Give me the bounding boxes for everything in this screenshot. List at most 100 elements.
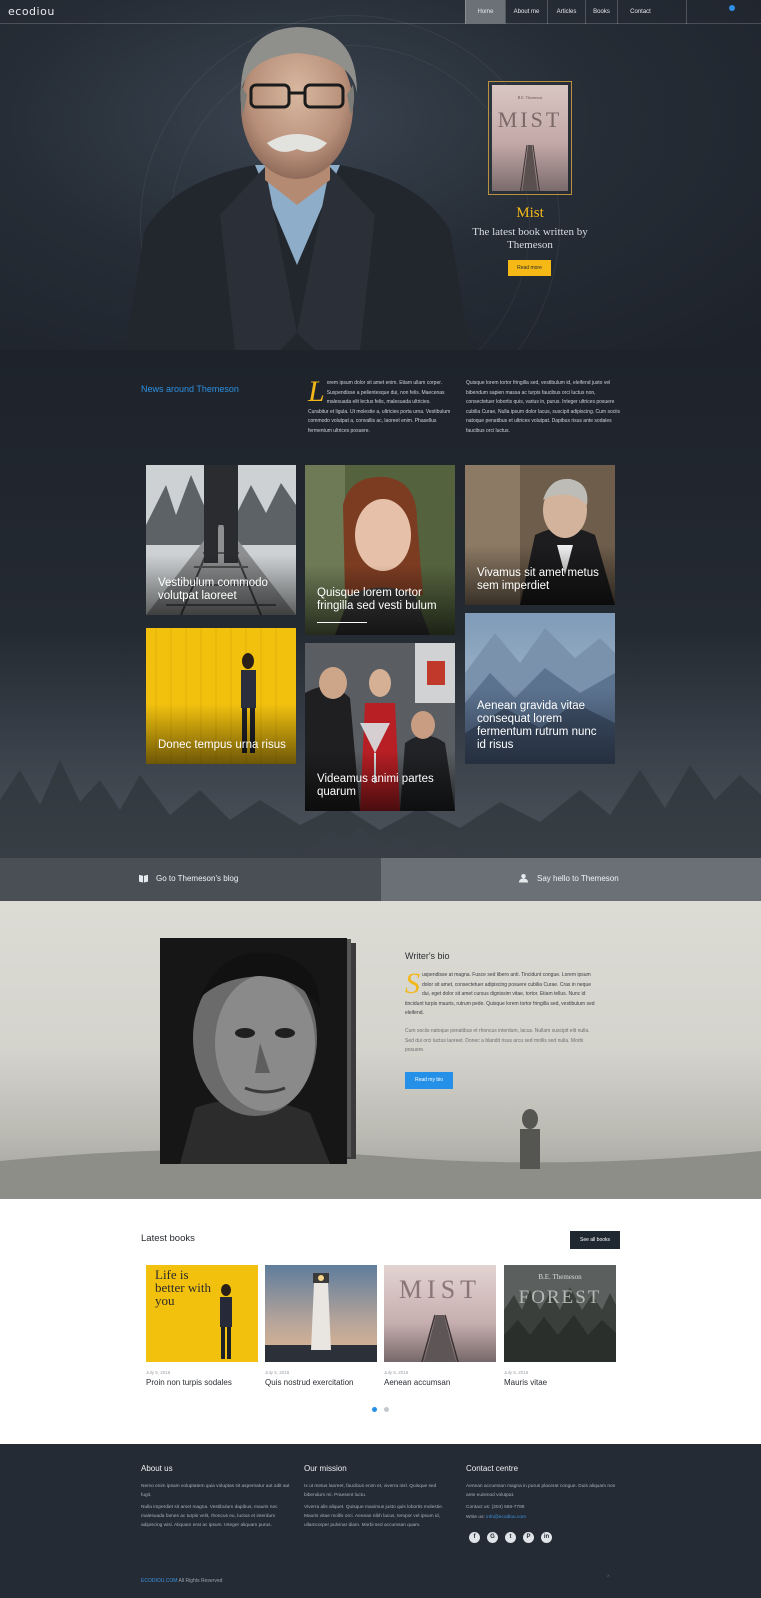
- book-title[interactable]: Quis nostrud exercitation: [265, 1378, 377, 1387]
- book-date: July 5, 2016: [504, 1370, 529, 1375]
- back-to-top-icon[interactable]: ^: [607, 1575, 610, 1581]
- google-plus-icon[interactable]: G: [487, 1532, 498, 1543]
- tile-caption: Vestibulum commodo volutpat laoreet: [158, 577, 268, 602]
- book-icon: [139, 874, 148, 883]
- author-portrait: [125, 27, 470, 350]
- news-tile[interactable]: Quisque lorem tortor fringilla sed vesti…: [305, 465, 455, 635]
- say-hello-label: Say hello to Themeson: [537, 874, 619, 883]
- book-card[interactable]: July 5, 2016 Quis nostrud exercitation: [265, 1265, 377, 1387]
- nav-item-home[interactable]: Home: [465, 0, 505, 24]
- carousel-dot[interactable]: [384, 1407, 389, 1412]
- footer-mission-text: Viverra alis aliquet. Quisque maximus ju…: [304, 1505, 444, 1528]
- book-cover-art: B.E. Themeson MIST: [492, 85, 568, 191]
- book-card[interactable]: MIST July 5, 2016 Aenean accumsan: [384, 1265, 496, 1387]
- book-cover: B.E. Themeson FOREST: [504, 1265, 616, 1362]
- see-all-books-button[interactable]: See all books: [570, 1231, 620, 1249]
- book-date: July 5, 2016: [384, 1370, 409, 1375]
- dropcap-letter: S: [405, 967, 420, 1000]
- copyright-brand[interactable]: ECODIOU.COM: [141, 1578, 177, 1584]
- nav-item-books[interactable]: Books: [585, 0, 617, 24]
- book-card[interactable]: B.E. Themeson FOREST July 5, 2016 Mauris…: [504, 1265, 616, 1387]
- book-cover-text: FOREST: [518, 1287, 602, 1308]
- book-title[interactable]: Proin non turpis sodales: [146, 1378, 258, 1387]
- hero-section: B.E. Themeson MIST Mist The latest book …: [0, 0, 761, 350]
- book-cover-title: MIST: [497, 107, 563, 132]
- social-links: f G t P in: [469, 1532, 552, 1543]
- footer-mission-title: Our mission: [304, 1464, 347, 1473]
- read-bio-button[interactable]: Read my bio: [405, 1072, 453, 1089]
- footer-about-text: Nulla imperdiet sit amet magna. Vestibul…: [141, 1505, 278, 1528]
- news-tile[interactable]: Vivamus sit amet metus sem imperdiet: [465, 465, 615, 605]
- contact-email-link[interactable]: info@ecodiou.com: [486, 1515, 526, 1520]
- carousel-dot-active[interactable]: [372, 1407, 377, 1412]
- copyright-text: All Rights Reserved: [177, 1578, 223, 1584]
- news-tile[interactable]: Donec tempus urna risus: [146, 628, 296, 764]
- contact-label: Contact us:: [466, 1505, 491, 1510]
- linkedin-icon[interactable]: in: [541, 1532, 552, 1543]
- facebook-icon[interactable]: f: [469, 1532, 480, 1543]
- contact-label: Write us:: [466, 1515, 485, 1520]
- bio-paragraph-secondary: Cum sociis natoque penatibus et rhoncus …: [405, 1028, 590, 1054]
- tile-caption: Donec tempus urna risus: [158, 739, 286, 751]
- footer-about-text: Nemo enim ipsam voluptatem quia voluptas…: [141, 1484, 290, 1498]
- latest-books-title: Latest books: [141, 1233, 195, 1244]
- nav-item-contact[interactable]: Contact: [617, 0, 663, 24]
- news-paragraph: Quisque lorem tortor fringilla sed, vest…: [466, 380, 620, 434]
- blog-link-label: Go to Themeson's blog: [156, 874, 239, 883]
- book-cover: [265, 1265, 377, 1362]
- copyright: ECODIOU.COM All Rights Reserved: [141, 1578, 222, 1584]
- pier-illustration: [421, 1314, 459, 1362]
- book-cover-author: B.E. Themeson: [538, 1273, 582, 1281]
- main-menu: Home About me Articles Books Contact: [465, 0, 663, 24]
- pinterest-icon[interactable]: P: [523, 1532, 534, 1543]
- footer-contact-phone: Contact us: (204) 566-7788: [466, 1503, 616, 1512]
- footer-about-title: About us: [141, 1464, 173, 1473]
- tile-caption: Aenean gravida vitae consequat lorem fer…: [477, 700, 597, 751]
- user-icon: [519, 873, 528, 883]
- news-paragraph: Lorem ipsum dolor sit amet enim. Etiam u…: [308, 375, 451, 436]
- book-cover: Life is better with you: [146, 1265, 258, 1362]
- book-cover: MIST: [384, 1265, 496, 1362]
- bio-paragraph-text: uspendisse at magna. Fusce sed libero an…: [405, 972, 595, 1017]
- read-more-button[interactable]: Read more: [508, 260, 551, 276]
- say-hello-bar[interactable]: Say hello to Themeson: [381, 858, 761, 901]
- book-title[interactable]: Aenean accumsan: [384, 1378, 496, 1387]
- tile-underline: [317, 622, 367, 623]
- nav-divider: [686, 0, 687, 24]
- footer-contact-email: Write us: info@ecodiou.com: [466, 1513, 616, 1522]
- tile-caption: Videamus animi partes quarum: [317, 773, 434, 798]
- news-tile[interactable]: Videamus animi partes quarum: [305, 643, 455, 811]
- pier-illustration: [520, 144, 540, 191]
- hero-book-title: Mist: [516, 205, 544, 221]
- book-card[interactable]: Life is better with you July 5, 2016 Pro…: [146, 1265, 258, 1387]
- book-title[interactable]: Mauris vitae: [504, 1378, 616, 1387]
- lighthouse-photo: [265, 1265, 377, 1362]
- site-footer: About us Nemo enim ipsam voluptatem quia…: [0, 1444, 761, 1598]
- footer-contact-text: Aenean accumsan magna in purus placerat …: [466, 1484, 616, 1498]
- latest-books-section: Latest books See all books Life is bette…: [0, 1199, 761, 1444]
- site-logo[interactable]: ecodiou: [8, 5, 55, 18]
- news-tile[interactable]: Aenean gravida vitae consequat lorem fer…: [465, 613, 615, 764]
- featured-book-cover[interactable]: B.E. Themeson MIST: [488, 81, 572, 195]
- tile-caption: Quisque lorem tortor fringilla sed vesti…: [317, 587, 437, 612]
- tile-caption: Vivamus sit amet metus sem imperdiet: [477, 567, 599, 592]
- book-cover-text: MIST: [398, 1275, 482, 1304]
- foggy-landscape: [0, 1109, 761, 1199]
- bio-title: Writer's bio: [405, 951, 450, 961]
- top-navigation: ecodiou Home About me Articles Books Con…: [0, 0, 761, 24]
- nav-item-about[interactable]: About me: [505, 0, 547, 24]
- writer-portrait: [160, 938, 347, 1164]
- news-tile[interactable]: Vestibulum commodo volutpat laoreet: [146, 465, 296, 615]
- notification-dot-icon[interactable]: [729, 5, 735, 11]
- twitter-icon[interactable]: t: [505, 1532, 516, 1543]
- dropcap-letter: L: [308, 375, 325, 408]
- bio-paragraph: Suspendisse at magna. Fusce sed libero a…: [405, 967, 595, 1019]
- tile-shade: [146, 704, 296, 764]
- footer-mission-text: Ix ut metus laoreet, faucibus enim et, v…: [304, 1484, 437, 1498]
- footer-contact-title: Contact centre: [466, 1464, 519, 1473]
- news-section: News around Themeson Lorem ipsum dolor s…: [0, 350, 761, 858]
- blog-link-bar[interactable]: Go to Themeson's blog: [0, 858, 381, 901]
- contact-phone[interactable]: (204) 566-7788: [492, 1505, 525, 1510]
- woman-figure: [220, 1284, 232, 1359]
- nav-item-articles[interactable]: Articles: [547, 0, 585, 24]
